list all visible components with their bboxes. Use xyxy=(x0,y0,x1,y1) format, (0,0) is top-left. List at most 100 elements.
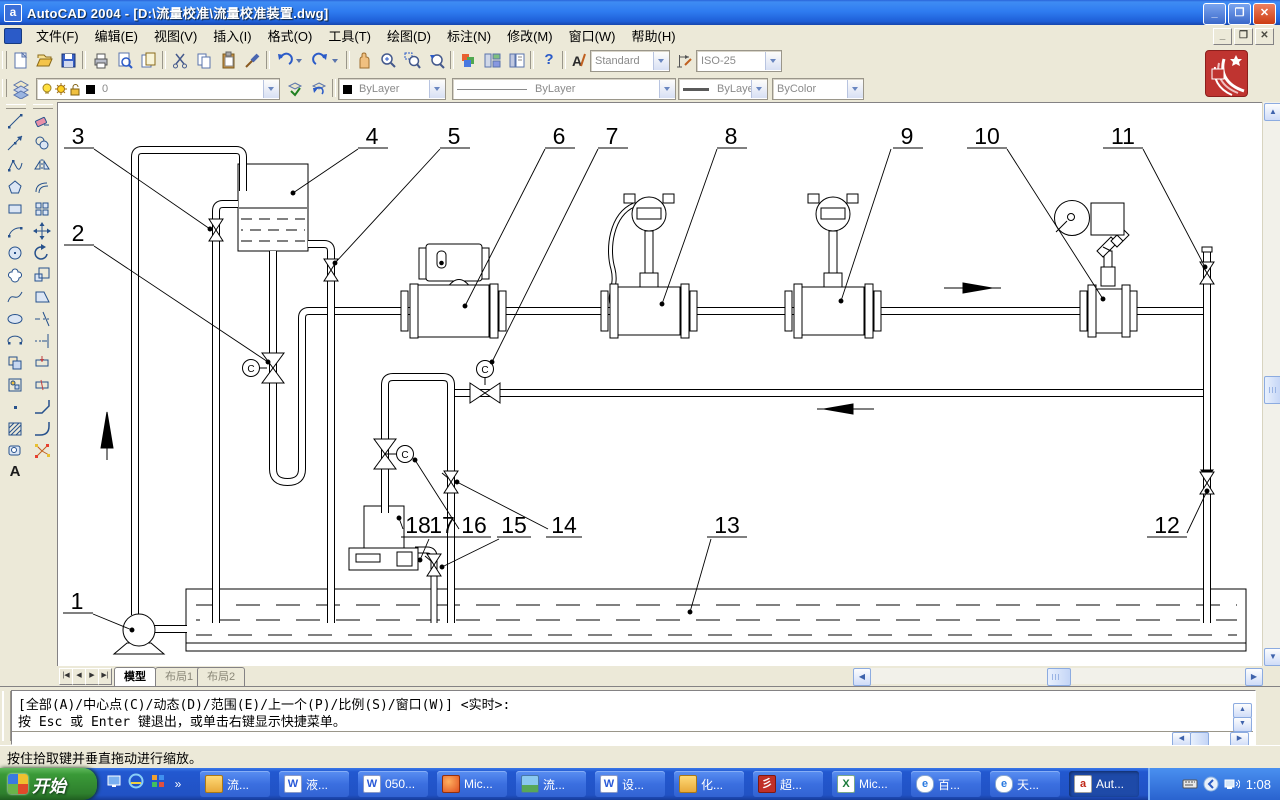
drawing-window-icon[interactable] xyxy=(4,28,22,44)
revision-cloud-tool[interactable] xyxy=(3,264,27,286)
menu-dimension[interactable]: 标注(N) xyxy=(439,24,499,47)
spline-tool[interactable] xyxy=(3,286,27,308)
tab-prev-button[interactable]: ◀ xyxy=(72,668,86,685)
menu-window[interactable]: 窗口(W) xyxy=(561,24,624,47)
polygon-tool[interactable] xyxy=(3,176,27,198)
arc-tool[interactable] xyxy=(3,220,27,242)
taskbar-button-excel[interactable]: XMic... xyxy=(832,771,902,797)
open-button[interactable] xyxy=(32,49,58,73)
insert-block-tool[interactable] xyxy=(3,352,27,374)
tab-layout2[interactable]: 布局2 xyxy=(197,667,245,686)
zoom-realtime-button[interactable] xyxy=(376,49,402,73)
construction-line-tool[interactable] xyxy=(3,132,27,154)
redo-button[interactable] xyxy=(308,49,344,73)
taskbar-button-mediaplayer[interactable]: Mic... xyxy=(437,771,507,797)
canvas-horizontal-scrollbar[interactable]: ◀ ▶ xyxy=(853,668,1262,684)
tab-model[interactable]: 模型 xyxy=(114,667,156,686)
restore-button[interactable]: ❐ xyxy=(1228,3,1251,25)
new-button[interactable] xyxy=(8,49,34,73)
stretch-tool[interactable] xyxy=(30,286,54,308)
mirror-tool[interactable] xyxy=(30,154,54,176)
make-layer-current-button[interactable] xyxy=(282,77,308,101)
save-button[interactable] xyxy=(56,49,82,73)
match-properties-button[interactable] xyxy=(240,49,266,73)
taskbar-button-imageviewer[interactable]: 流... xyxy=(516,771,586,797)
print-preview-button[interactable] xyxy=(112,49,138,73)
layer-previous-button[interactable] xyxy=(306,77,332,101)
taskbar-clock[interactable]: 1:08 xyxy=(1246,777,1271,792)
help-button[interactable]: ? xyxy=(536,49,562,73)
command-window[interactable]: [全部(A)/中心点(C)/动态(D)/范围(E)/上一个(P)/比例(S)/窗… xyxy=(0,686,1280,746)
dim-style-combo[interactable]: ISO-25 xyxy=(696,50,782,72)
command-scroll-up-icon[interactable]: ▲ xyxy=(1233,703,1252,718)
undo-button[interactable] xyxy=(272,49,308,73)
ellipse-tool[interactable] xyxy=(3,308,27,330)
explode-tool[interactable] xyxy=(30,440,54,462)
minimize-button[interactable]: _ xyxy=(1203,3,1226,25)
designcenter-button[interactable] xyxy=(480,49,506,73)
mdi-close-button[interactable]: ✕ xyxy=(1255,28,1274,45)
trim-tool[interactable] xyxy=(30,308,54,330)
command-scroll-down-icon[interactable]: ▼ xyxy=(1233,717,1252,732)
taskbar-button-word3[interactable]: W设... xyxy=(595,771,665,797)
canvas-vertical-scrollbar[interactable]: ▲ ▼ xyxy=(1262,102,1280,666)
quicklaunch-ie-icon[interactable] xyxy=(126,773,146,795)
tool-palettes-button[interactable] xyxy=(504,49,530,73)
taskbar-button-folder2[interactable]: 化... xyxy=(674,771,744,797)
color-combo[interactable]: ByLayer xyxy=(338,78,446,100)
make-block-tool[interactable] xyxy=(3,374,27,396)
tab-next-button[interactable]: ▶ xyxy=(85,668,99,685)
cut-button[interactable] xyxy=(168,49,194,73)
rotate-tool[interactable] xyxy=(30,242,54,264)
erase-tool[interactable] xyxy=(30,110,54,132)
point-tool[interactable] xyxy=(3,396,27,418)
properties-button[interactable] xyxy=(456,49,482,73)
lineweight-combo[interactable]: ByLayer xyxy=(678,78,768,100)
taskbar-button-word1[interactable]: W液... xyxy=(279,771,349,797)
hatch-tool[interactable] xyxy=(3,418,27,440)
tab-first-button[interactable]: |◀ xyxy=(59,668,73,685)
mdi-restore-button[interactable]: ❐ xyxy=(1234,28,1253,45)
layer-combo[interactable]: 0 xyxy=(36,78,280,100)
publish-button[interactable] xyxy=(136,49,162,73)
print-button[interactable] xyxy=(88,49,114,73)
zoom-previous-button[interactable] xyxy=(424,49,450,73)
keyboard-icon[interactable] xyxy=(1182,776,1198,792)
copy-button[interactable] xyxy=(192,49,218,73)
region-tool[interactable] xyxy=(3,440,27,462)
scale-tool[interactable] xyxy=(30,264,54,286)
mtext-tool[interactable]: A xyxy=(3,462,27,484)
layer-properties-button[interactable] xyxy=(8,77,34,101)
title-bar[interactable]: a AutoCAD 2004 - [D:\流量校准\流量校准装置.dwg] _ … xyxy=(0,0,1280,25)
menu-view[interactable]: 视图(V) xyxy=(146,24,205,47)
taskbar-button-autocad[interactable]: aAut... xyxy=(1069,771,1139,797)
menu-edit[interactable]: 编辑(E) xyxy=(87,24,146,47)
break-at-point-tool[interactable] xyxy=(30,352,54,374)
circle-tool[interactable] xyxy=(3,242,27,264)
network-volume-icon[interactable] xyxy=(1224,776,1240,792)
language-bar-icon[interactable] xyxy=(1203,776,1219,792)
ellipse-arc-tool[interactable] xyxy=(3,330,27,352)
offset-tool[interactable] xyxy=(30,176,54,198)
taskbar-button-word2[interactable]: W050... xyxy=(358,771,428,797)
break-tool[interactable] xyxy=(30,374,54,396)
fillet-tool[interactable] xyxy=(30,418,54,440)
array-tool[interactable] xyxy=(30,198,54,220)
menu-modify[interactable]: 修改(M) xyxy=(499,24,561,47)
tab-layout1[interactable]: 布局1 xyxy=(155,667,203,686)
mdi-minimize-button[interactable]: _ xyxy=(1213,28,1232,45)
model-space-canvas[interactable]: C C C xyxy=(57,102,1263,667)
zoom-window-button[interactable] xyxy=(400,49,426,73)
start-button[interactable]: 开始 xyxy=(0,768,97,800)
extend-tool[interactable] xyxy=(30,330,54,352)
menu-tools[interactable]: 工具(T) xyxy=(320,24,379,47)
text-style-combo[interactable]: Standard xyxy=(590,50,670,72)
menu-insert[interactable]: 插入(I) xyxy=(205,24,259,47)
close-button[interactable]: ✕ xyxy=(1253,3,1276,25)
move-tool[interactable] xyxy=(30,220,54,242)
linetype-combo[interactable]: ByLayer xyxy=(452,78,676,100)
tab-last-button[interactable]: ▶| xyxy=(98,668,112,685)
taskbar-button-folder1[interactable]: 流... xyxy=(200,771,270,797)
taskbar-button-ie2[interactable]: e天... xyxy=(990,771,1060,797)
plot-style-combo[interactable]: ByColor xyxy=(772,78,864,100)
